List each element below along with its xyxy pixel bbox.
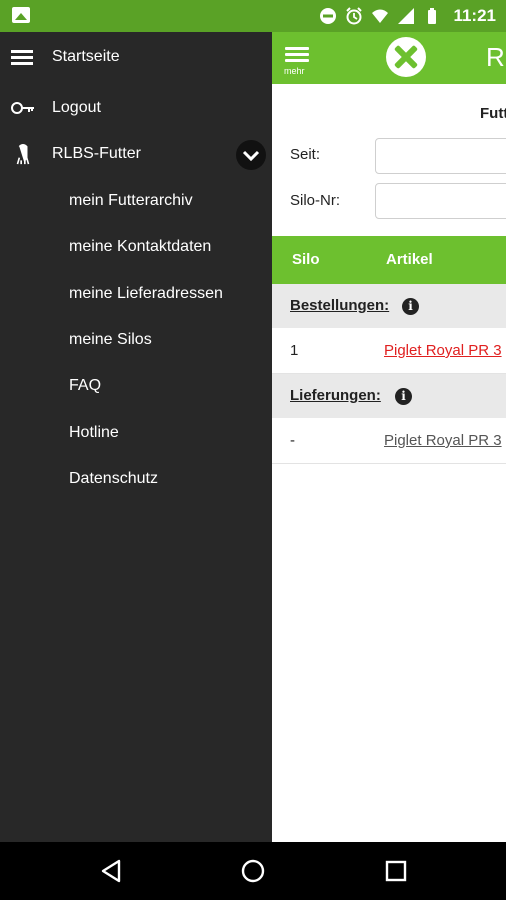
section-label: Lieferungen: xyxy=(290,387,381,404)
more-menu-button[interactable]: mehr xyxy=(284,44,314,78)
silo-nr-input[interactable] xyxy=(375,183,506,219)
filter-title: Futt xyxy=(480,105,506,122)
drawer-item-label: Logout xyxy=(52,99,101,116)
seit-label: Seit: xyxy=(290,146,321,163)
column-header-artikel: Artikel xyxy=(386,251,433,268)
signal-icon xyxy=(398,8,415,24)
hamburger-icon xyxy=(11,50,33,65)
article-link[interactable]: Piglet Royal PR 3 xyxy=(384,342,502,359)
article-link[interactable]: Piglet Royal PR 3 xyxy=(384,432,502,449)
drawer-subitem-futterarchiv[interactable]: mein Futterarchiv xyxy=(0,181,272,221)
drawer-item-rlbs-futter[interactable]: RLBS-Futter xyxy=(0,132,272,176)
drawer-subitem-label: meine Kontaktdaten xyxy=(69,238,212,255)
back-icon[interactable] xyxy=(99,858,125,884)
drawer-item-label: Startseite xyxy=(52,48,120,65)
table-header: Silo Artikel xyxy=(272,236,506,284)
drawer-item-startseite[interactable]: Startseite xyxy=(0,35,272,79)
silo-nr-label: Silo-Nr: xyxy=(290,192,341,209)
raiffeisen-logo xyxy=(386,37,426,77)
status-icons: 11:21 xyxy=(319,4,496,28)
table-row[interactable]: 1 Piglet Royal PR 3 xyxy=(272,328,506,374)
drawer-item-label: RLBS-Futter xyxy=(52,145,141,162)
alarm-icon xyxy=(346,7,363,25)
table-row[interactable]: - Piglet Royal PR 3 xyxy=(272,418,506,464)
navigation-drawer: Startseite Logout RLBS-Futter mein Futte… xyxy=(0,32,272,842)
do-not-disturb-icon xyxy=(320,8,337,24)
drawer-subitem-label: Datenschutz xyxy=(69,470,158,487)
cell-silo: 1 xyxy=(290,342,299,359)
drawer-subitem-label: mein Futterarchiv xyxy=(69,192,193,209)
battery-icon xyxy=(428,8,437,24)
system-nav-bar xyxy=(0,842,506,900)
drawer-subitem-label: Hotline xyxy=(69,424,119,441)
drawer-subitem-kontaktdaten[interactable]: meine Kontaktdaten xyxy=(0,227,272,267)
section-label: Bestellungen: xyxy=(290,297,390,314)
key-icon xyxy=(11,102,34,114)
home-icon[interactable] xyxy=(240,858,266,884)
drawer-subitem-hotline[interactable]: Hotline xyxy=(0,413,272,453)
hamburger-icon xyxy=(285,47,309,50)
app-title: R xyxy=(486,42,505,72)
section-lieferungen: Lieferungen: i xyxy=(272,374,506,418)
drawer-subitem-label: meine Lieferadressen xyxy=(69,285,223,302)
drawer-subitem-label: meine Silos xyxy=(69,331,152,348)
info-icon[interactable]: i xyxy=(395,388,412,405)
drawer-subitem-label: FAQ xyxy=(69,377,102,394)
image-notification-icon xyxy=(12,7,30,23)
app-header: mehr R xyxy=(272,32,506,84)
drawer-item-logout[interactable]: Logout xyxy=(0,86,272,130)
silo-icon xyxy=(16,144,30,165)
info-icon[interactable]: i xyxy=(402,298,419,315)
chevron-down-icon xyxy=(242,150,260,162)
column-header-silo: Silo xyxy=(292,251,320,268)
main-content: Futt Seit: Silo-Nr: Silo Artikel Bestell… xyxy=(272,84,506,842)
drawer-subitem-lieferadressen[interactable]: meine Lieferadressen xyxy=(0,274,272,314)
cell-silo: - xyxy=(290,432,295,449)
wifi-icon xyxy=(372,9,389,23)
drawer-subitem-silos[interactable]: meine Silos xyxy=(0,320,272,360)
status-bar: 11:21 xyxy=(0,0,506,32)
drawer-subitem-faq[interactable]: FAQ xyxy=(0,366,272,406)
more-menu-label: mehr xyxy=(284,66,305,76)
seit-input[interactable] xyxy=(375,138,506,174)
expand-toggle-button[interactable] xyxy=(236,140,266,170)
section-bestellungen: Bestellungen: i xyxy=(272,284,506,328)
recents-icon[interactable] xyxy=(383,858,409,884)
drawer-subitem-datenschutz[interactable]: Datenschutz xyxy=(0,459,272,499)
clock: 11:21 xyxy=(453,6,496,25)
